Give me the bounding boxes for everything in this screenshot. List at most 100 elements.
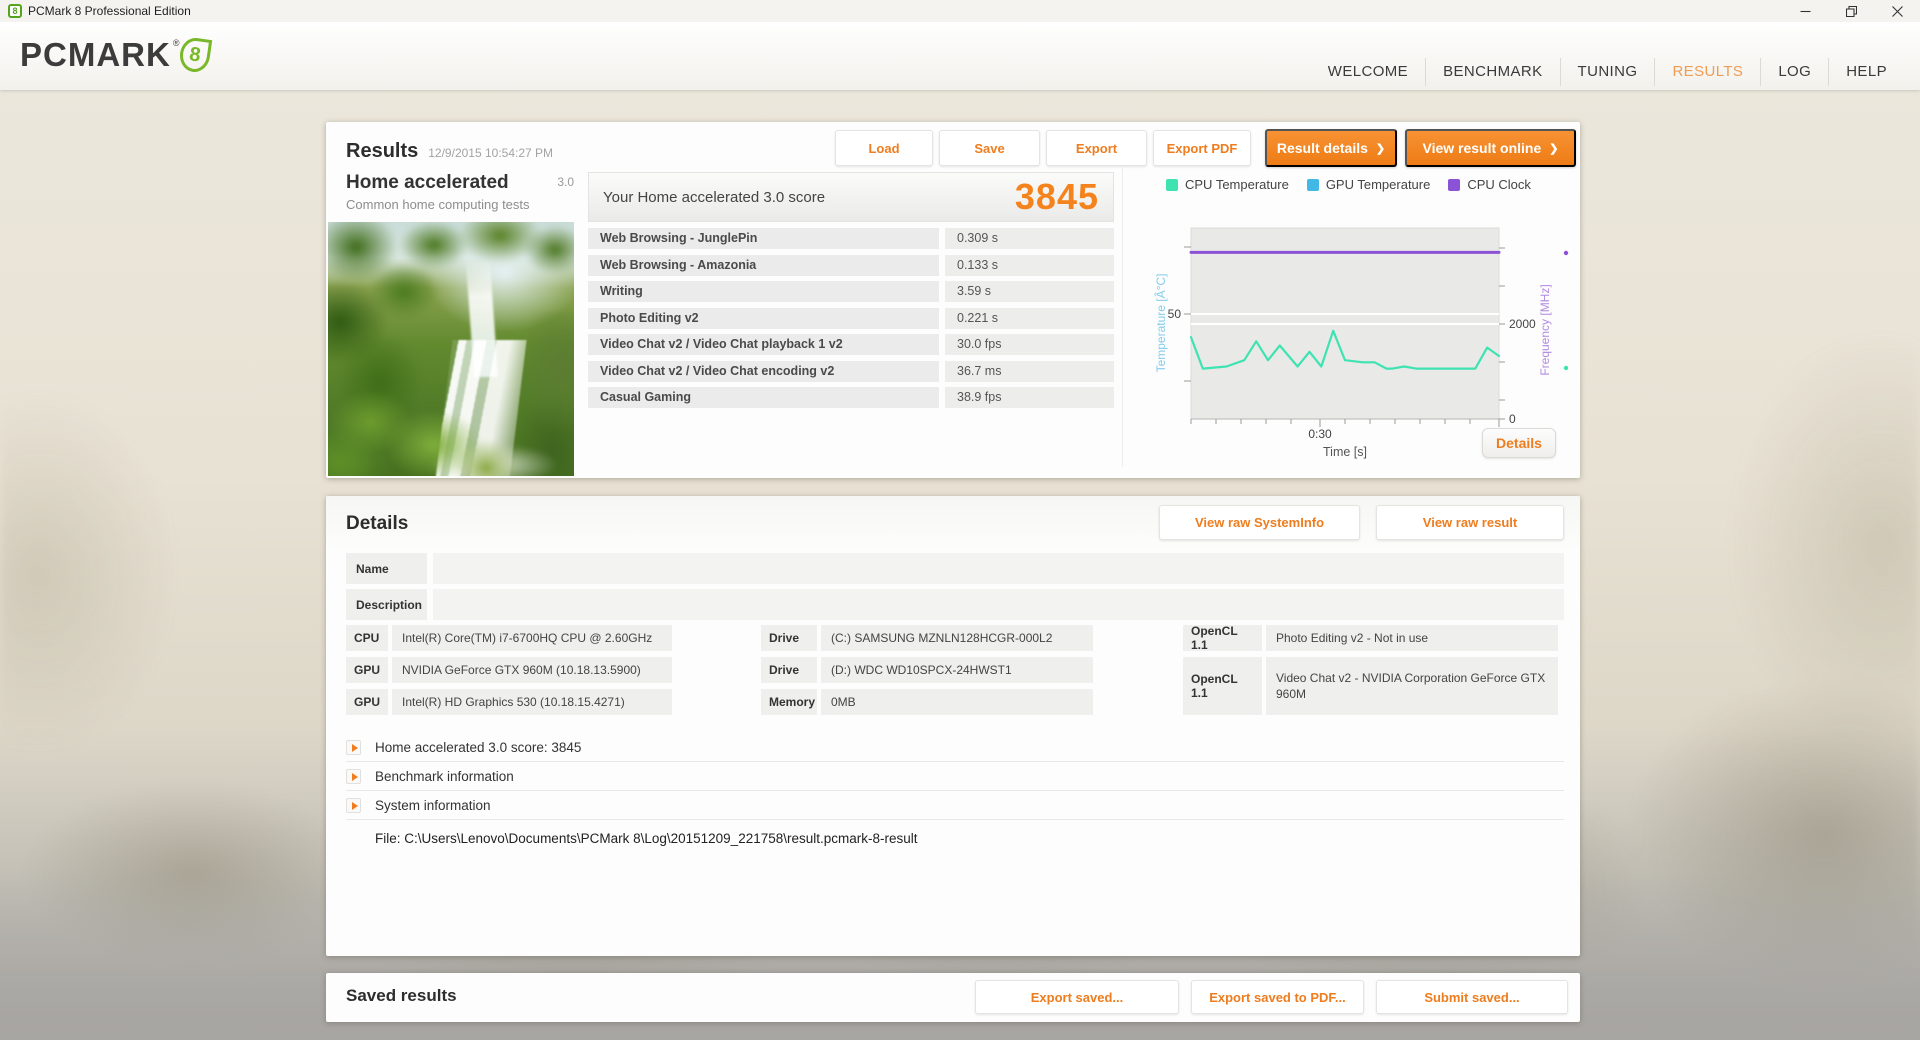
table-row: Web Browsing - Amazonia 0.133 s: [588, 254, 1114, 276]
save-button[interactable]: Save: [939, 130, 1040, 166]
score-block: Your Home accelerated 3.0 score 3845: [588, 172, 1114, 222]
registered-mark-icon: ®: [172, 38, 180, 48]
nav-log[interactable]: LOG: [1760, 58, 1828, 86]
nav-help[interactable]: HELP: [1828, 58, 1904, 86]
expand-arrow-icon[interactable]: [346, 769, 361, 784]
waterfall-front-bushes: [328, 376, 528, 476]
test-label: Web Browsing - JunglePin: [588, 228, 939, 249]
spec-value: (D:) WDC WD10SPCX-24HWST1: [821, 657, 1093, 683]
nav-results[interactable]: RESULTS: [1654, 58, 1760, 86]
name-row: Name: [346, 553, 1564, 584]
benchmark-version: 3.0: [557, 175, 574, 189]
left-axis-label: Temperature [Â°C]: [1153, 274, 1168, 373]
results-toolbar: Load Save Export Export PDF Result detai…: [835, 129, 1576, 167]
view-result-online-button[interactable]: View result online ❯: [1405, 129, 1576, 167]
chart-details-button[interactable]: Details: [1482, 428, 1556, 458]
details-title: Details: [346, 513, 409, 534]
details-panel: Details View raw SystemInfo View raw res…: [326, 496, 1580, 956]
x-axis-tick-030: 0:30: [1308, 427, 1332, 441]
spec-value: Video Chat v2 - NVIDIA Corporation GeFor…: [1266, 657, 1558, 715]
test-label: Photo Editing v2: [588, 307, 939, 329]
legend-label: CPU Clock: [1467, 177, 1531, 192]
pcmark-logo: PCMARK ® 8: [20, 36, 213, 74]
load-button[interactable]: Load: [835, 130, 933, 166]
right-axis-label: Frequency [MHz]: [1538, 284, 1552, 375]
spec-value: 0MB: [821, 689, 1093, 715]
spec-value: (C:) SAMSUNG MZNLN128HCGR-000L2: [821, 625, 1093, 651]
minimize-icon[interactable]: [1782, 0, 1828, 22]
expand-row-label: System information: [375, 798, 491, 813]
cpu-temperature-endpoint-dot: [1563, 365, 1569, 371]
chevron-right-icon: ❯: [1375, 142, 1386, 155]
test-value: 0.221 s: [945, 307, 1114, 329]
legend-cpu-clock: CPU Clock: [1448, 177, 1531, 192]
description-field[interactable]: [433, 589, 1564, 620]
nav-welcome[interactable]: WELCOME: [1311, 58, 1425, 86]
result-details-button[interactable]: Result details ❯: [1265, 129, 1397, 167]
test-value: 3.59 s: [945, 281, 1114, 302]
spec-key: Memory: [761, 689, 817, 715]
expand-arrow-icon[interactable]: [346, 798, 361, 813]
legend-cpu-temperature: CPU Temperature: [1166, 177, 1289, 192]
test-label: Web Browsing - Amazonia: [588, 254, 939, 276]
main-nav: WELCOME BENCHMARK TUNING RESULTS LOG HEL…: [1311, 56, 1904, 88]
expand-row-system-info[interactable]: System information: [346, 792, 1564, 820]
gpu-temperature-swatch-icon: [1306, 178, 1319, 191]
cpu-clock-swatch-icon: [1448, 178, 1461, 191]
export-saved-button[interactable]: Export saved...: [975, 980, 1179, 1014]
chart-legend: CPU Temperature GPU Temperature CPU Cloc…: [1166, 177, 1531, 192]
results-title-block: Results 12/9/2015 10:54:27 PM: [346, 140, 553, 163]
view-result-online-label: View result online: [1422, 140, 1542, 156]
expand-row-score[interactable]: Home accelerated 3.0 score: 3845: [346, 734, 1564, 762]
app-header: PCMARK ® 8 WELCOME BENCHMARK TUNING RESU…: [0, 22, 1920, 90]
score-label: Your Home accelerated 3.0 score: [603, 188, 826, 206]
window-controls: [1782, 0, 1920, 22]
window-title: PCMark 8 Professional Edition: [28, 4, 191, 18]
expand-row-benchmark-info[interactable]: Benchmark information: [346, 763, 1564, 791]
test-value: 30.0 fps: [945, 334, 1114, 355]
x-axis-label: Time [s]: [1323, 445, 1367, 459]
benchmark-header: Home accelerated 3.0 Common home computi…: [346, 172, 574, 212]
spec-key: GPU: [346, 689, 388, 715]
spec-key: Drive: [761, 657, 817, 683]
results-timestamp: 12/9/2015 10:54:27 PM: [428, 146, 554, 160]
export-pdf-button[interactable]: Export PDF: [1153, 130, 1251, 166]
result-file-path: File: C:\Users\Lenovo\Documents\PCMark 8…: [375, 831, 918, 846]
spec-row-drive-c: Drive (C:) SAMSUNG MZNLN128HCGR-000L2: [761, 625, 1093, 651]
benchmark-name: Home accelerated: [346, 172, 509, 193]
close-icon[interactable]: [1874, 0, 1920, 22]
restore-icon[interactable]: [1828, 0, 1874, 22]
spec-key: CPU: [346, 625, 388, 651]
export-saved-pdf-button[interactable]: Export saved to PDF...: [1191, 980, 1364, 1014]
logo-text: PCMARK: [20, 36, 171, 73]
spec-key: Drive: [761, 625, 817, 651]
score-header: Your Home accelerated 3.0 score 3845: [588, 172, 1114, 222]
view-raw-systeminfo-button[interactable]: View raw SystemInfo: [1159, 505, 1360, 540]
table-row: Writing 3.59 s: [588, 281, 1114, 302]
description-label: Description: [346, 589, 427, 620]
titlebar: 8 PCMark 8 Professional Edition: [0, 0, 1920, 22]
spec-row-gpu1: GPU NVIDIA GeForce GTX 960M (10.18.13.59…: [346, 657, 672, 683]
spec-row-drive-d: Drive (D:) WDC WD10SPCX-24HWST1: [761, 657, 1093, 683]
legend-label: CPU Temperature: [1185, 177, 1289, 192]
name-field[interactable]: [433, 553, 1564, 584]
test-results-table: Web Browsing - JunglePin 0.309 s Web Bro…: [588, 228, 1114, 414]
nav-tuning[interactable]: TUNING: [1559, 58, 1655, 86]
export-button[interactable]: Export: [1046, 130, 1147, 166]
table-row: Casual Gaming 38.9 fps: [588, 387, 1114, 408]
score-value: 3845: [1014, 176, 1099, 217]
test-value: 0.309 s: [945, 228, 1114, 249]
cpu-clock-endpoint-dot: [1563, 250, 1569, 256]
spec-key: OpenCL 1.1: [1183, 657, 1262, 715]
expand-arrow-icon[interactable]: [346, 740, 361, 755]
spec-key: GPU: [346, 657, 388, 683]
test-value: 38.9 fps: [945, 387, 1114, 408]
test-label: Writing: [588, 281, 939, 302]
submit-saved-button[interactable]: Submit saved...: [1376, 980, 1568, 1014]
table-row: Photo Editing v2 0.221 s: [588, 307, 1114, 329]
nav-benchmark[interactable]: BENCHMARK: [1425, 58, 1559, 86]
spec-row-cpu: CPU Intel(R) Core(TM) i7-6700HQ CPU @ 2.…: [346, 625, 672, 651]
test-label: Video Chat v2 / Video Chat playback 1 v2: [588, 334, 939, 355]
table-row: Video Chat v2 / Video Chat playback 1 v2…: [588, 334, 1114, 355]
view-raw-result-button[interactable]: View raw result: [1376, 505, 1564, 540]
